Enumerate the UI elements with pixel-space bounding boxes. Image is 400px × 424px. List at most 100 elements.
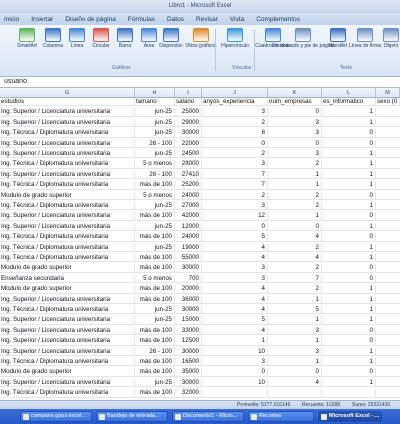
table-cell[interactable]: más de 100 <box>135 233 175 242</box>
table-cell[interactable]: más de 100 <box>135 212 175 221</box>
column-header-H[interactable]: H <box>135 88 175 98</box>
table-cell[interactable]: 5 <box>268 306 322 315</box>
table-cell[interactable]: Ing. Superior / Licenciatura universitar… <box>0 212 135 221</box>
taskbar-item[interactable]: campana gaus excel... <box>20 411 92 422</box>
table-cell[interactable]: 16500 <box>175 358 202 367</box>
table-cell[interactable]: 0 <box>268 222 322 232</box>
tab-1[interactable]: Insertar <box>31 16 53 23</box>
table-cell[interactable]: 3 <box>202 358 268 367</box>
table-cell[interactable]: 30000 <box>175 347 202 356</box>
table-cell[interactable]: 0 <box>322 233 376 242</box>
tab-0[interactable]: Inicio <box>4 16 19 23</box>
table-cell[interactable]: jun-25 <box>135 222 175 232</box>
table-cell[interactable] <box>202 389 268 398</box>
table-cell[interactable]: 2 <box>268 191 322 200</box>
table-cell[interactable]: Ing. Superior / Licenciatura universitar… <box>0 108 135 117</box>
table-cell[interactable]: más de 100 <box>135 295 175 304</box>
table-cell[interactable]: Ing. Técnica / Diplomatura universitaria <box>0 181 135 190</box>
table-cell[interactable]: 3 <box>268 118 322 128</box>
table-cell[interactable]: 5 o menos <box>135 274 175 284</box>
table-cell[interactable]: 36000 <box>175 295 202 304</box>
table-cell[interactable]: 26 - 100 <box>135 139 175 148</box>
header-footer-button[interactable]: Encabezado y pie de página <box>271 28 335 49</box>
table-cell[interactable]: más de 100 <box>135 285 175 294</box>
table-cell[interactable]: jun-25 <box>135 378 175 388</box>
table-cell[interactable]: más de 100 <box>135 358 175 367</box>
table-cell[interactable]: 26 - 100 <box>135 170 175 180</box>
table-cell[interactable]: 1 <box>322 378 376 388</box>
tab-3[interactable]: Fórmulas <box>128 16 155 23</box>
table-cell[interactable]: 1 <box>322 108 376 117</box>
table-cell[interactable]: 3 <box>268 326 322 336</box>
table-cell[interactable]: 1 <box>268 316 322 325</box>
table-cell[interactable]: 7 <box>202 170 268 180</box>
table-cell[interactable]: 700 <box>175 274 202 284</box>
table-cell[interactable]: 5 <box>202 233 268 242</box>
table-cell[interactable]: 1 <box>322 181 376 190</box>
table-cell[interactable]: más de 100 <box>135 389 175 398</box>
table-cell[interactable]: más de 100 <box>135 326 175 336</box>
table-cell[interactable]: 55000 <box>175 254 202 263</box>
column-header-L[interactable]: L <box>322 88 376 98</box>
table-cell[interactable]: 1 <box>322 150 376 159</box>
table-cell[interactable]: 5 <box>202 316 268 325</box>
table-cell[interactable]: Ing. Técnica / Diplomatura universitaria <box>0 233 135 242</box>
table-cell[interactable]: más de 100 <box>135 337 175 346</box>
table-cell[interactable]: Ing. Técnica / Diplomatura universitaria <box>0 129 135 138</box>
column-header-J[interactable]: J <box>202 88 268 98</box>
table-cell[interactable]: más de 100 <box>135 181 175 190</box>
table-cell[interactable]: 3 <box>202 202 268 211</box>
table-cell[interactable]: 1 <box>322 254 376 263</box>
table-cell[interactable]: jun-25 <box>135 129 175 138</box>
table-cell[interactable]: 24000 <box>175 233 202 242</box>
table-cell[interactable]: 2 <box>268 285 322 294</box>
table-cell[interactable]: 12000 <box>175 222 202 232</box>
table-cell[interactable]: Ing. Técnica / Diplomatura universitaria <box>0 243 135 252</box>
table-cell[interactable]: 25000 <box>175 108 202 117</box>
hyperlink-button[interactable]: Hipervínculo <box>221 28 249 49</box>
table-cell[interactable]: jun-25 <box>135 243 175 252</box>
table-cell[interactable]: 1 <box>268 295 322 304</box>
table-cell[interactable]: 2 <box>268 264 322 273</box>
taskbar-item[interactable]: Documento1 - Micro... <box>172 411 244 422</box>
table-cell[interactable]: 1 <box>322 306 376 315</box>
header-cell[interactable]: estudios <box>0 98 135 107</box>
table-cell[interactable]: 1 <box>322 347 376 356</box>
table-cell[interactable]: 2 <box>268 243 322 252</box>
table-cell[interactable]: Ing. Técnica / Diplomatura universitaria <box>0 202 135 211</box>
table-cell[interactable]: 29000 <box>175 118 202 128</box>
table-cell[interactable]: Ing. Superior / Licenciatura universitar… <box>0 337 135 346</box>
table-cell[interactable]: 2 <box>202 191 268 200</box>
table-cell[interactable]: 0 <box>202 139 268 148</box>
table-cell[interactable]: 0 <box>268 368 322 377</box>
signature-button[interactable]: Línea de firma <box>349 28 381 49</box>
table-cell[interactable]: 3 <box>202 274 268 284</box>
table-cell[interactable]: Modulo de grado superior <box>0 264 135 273</box>
table-cell[interactable]: Ing. Superior / Licenciatura universitar… <box>0 170 135 180</box>
table-cell[interactable]: 1 <box>202 337 268 346</box>
table-cell[interactable]: jun-25 <box>135 306 175 315</box>
table-cell[interactable] <box>268 389 322 398</box>
table-cell[interactable]: 1 <box>322 170 376 180</box>
tab-5[interactable]: Revisar <box>196 16 218 23</box>
table-cell[interactable]: Ing. Superior / Licenciatura universitar… <box>0 316 135 325</box>
table-cell[interactable]: 1 <box>322 118 376 128</box>
table-cell[interactable]: 4 <box>202 306 268 315</box>
table-cell[interactable]: Ing. Técnica / Diplomatura universitaria <box>0 358 135 367</box>
table-cell[interactable]: jun-25 <box>135 150 175 159</box>
table-cell[interactable]: 1 <box>322 316 376 325</box>
table-cell[interactable]: 15000 <box>175 316 202 325</box>
column-header-G[interactable]: G <box>0 88 135 98</box>
table-cell[interactable]: 27000 <box>175 202 202 211</box>
table-cell[interactable]: 42000 <box>175 212 202 221</box>
table-cell[interactable]: 5 o menos <box>135 160 175 169</box>
table-cell[interactable]: Ing. Superior / Licenciatura universitar… <box>0 118 135 128</box>
table-cell[interactable]: 2 <box>268 160 322 169</box>
other-charts-button[interactable]: Otros gráficos <box>185 28 217 49</box>
table-cell[interactable]: 20000 <box>175 285 202 294</box>
table-cell[interactable]: Ing. Técnica / Diplomatura universitaria <box>0 254 135 263</box>
header-cell[interactable]: tamano <box>135 98 175 107</box>
table-cell[interactable]: 3 <box>202 160 268 169</box>
table-cell[interactable]: 26 - 100 <box>135 347 175 356</box>
table-cell[interactable]: 30000 <box>175 129 202 138</box>
